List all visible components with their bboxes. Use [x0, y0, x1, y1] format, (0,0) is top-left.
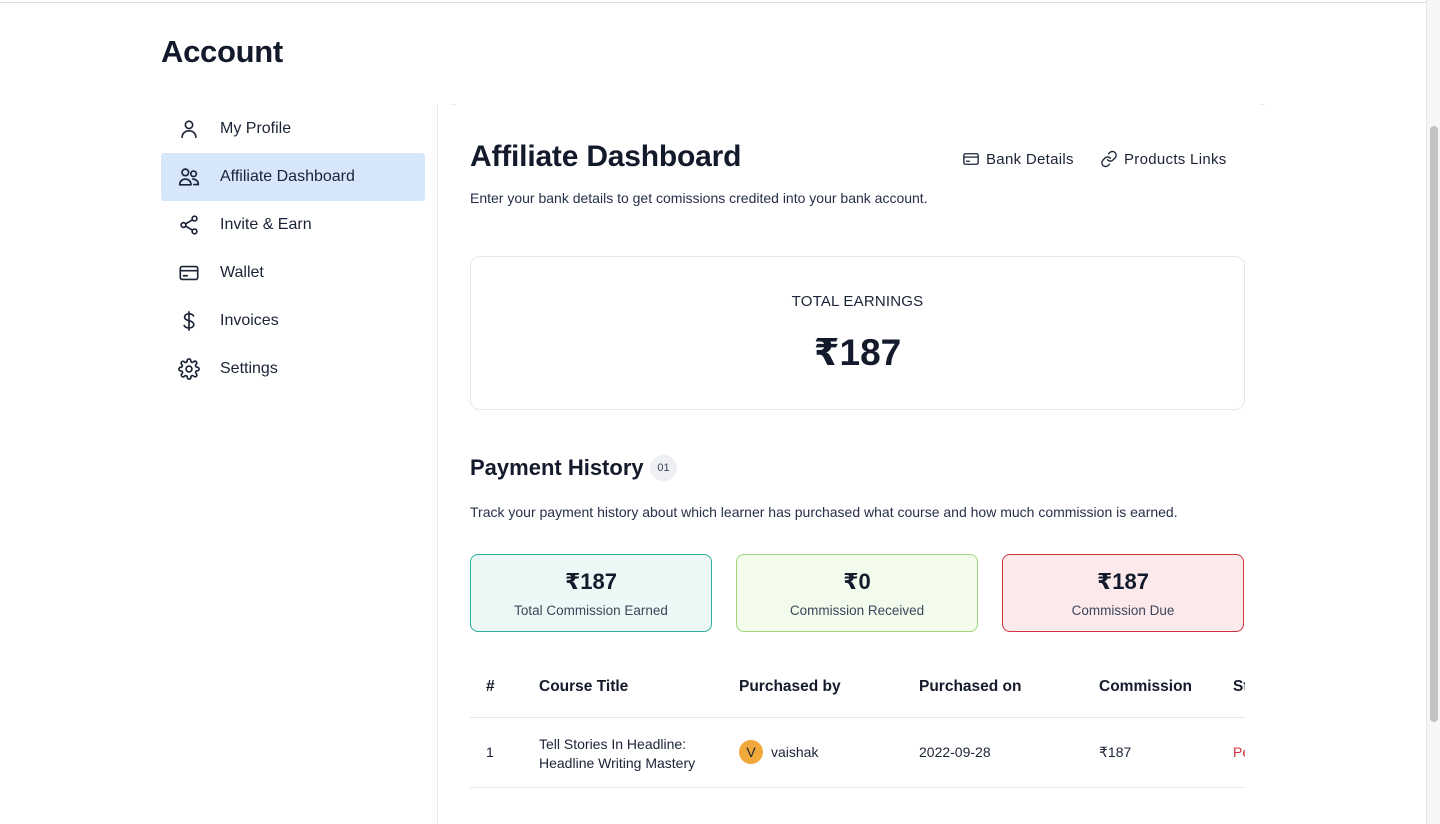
- column-header-course-title: Course Title: [539, 678, 629, 695]
- payment-history-subtitle: Track your payment history about which l…: [470, 504, 1178, 520]
- sidebar-item-label: Settings: [220, 360, 278, 377]
- bank-details-button[interactable]: Bank Details: [962, 150, 1074, 168]
- row-purchased-by: vaishak: [771, 744, 819, 760]
- sidebar-item-label: Affiliate Dashboard: [220, 168, 355, 185]
- dollar-icon: [177, 309, 201, 333]
- commission-received-card: ₹0 Commission Received: [736, 554, 978, 632]
- avatar: V: [739, 740, 763, 764]
- sidebar-item-invite-earn[interactable]: Invite & Earn: [161, 201, 425, 249]
- sidebar-item-invoices[interactable]: Invoices: [161, 297, 425, 345]
- stat-value: ₹0: [843, 569, 871, 594]
- sidebar-item-my-profile[interactable]: My Profile: [161, 105, 425, 153]
- header-divider: [470, 717, 1245, 718]
- scrollbar-thumb[interactable]: [1430, 126, 1438, 722]
- sidebar-item-label: Wallet: [220, 264, 264, 281]
- panel-corner: [450, 104, 456, 105]
- page-scrollbar[interactable]: [1426, 0, 1440, 824]
- bank-details-label: Bank Details: [986, 150, 1074, 168]
- stat-label: Total Commission Earned: [514, 603, 668, 618]
- products-links-button[interactable]: Products Links: [1100, 150, 1227, 168]
- stat-label: Commission Due: [1071, 603, 1175, 618]
- credit-card-icon: [963, 153, 979, 165]
- sidebar-item-label: My Profile: [220, 120, 292, 137]
- row-index: 1: [486, 744, 494, 760]
- users-icon: [177, 165, 201, 189]
- gear-icon: [177, 357, 201, 381]
- sidebar-item-label: Invite & Earn: [220, 216, 312, 233]
- link-icon: [1101, 150, 1117, 168]
- row-commission: ₹187: [1099, 744, 1132, 760]
- sidebar-item-settings[interactable]: Settings: [161, 345, 425, 393]
- row-course-title: Tell Stories In Headline: Headline Writi…: [539, 736, 696, 771]
- row-purchased-on: 2022-09-28: [919, 744, 991, 760]
- column-header-purchased-by: Purchased by: [739, 678, 841, 695]
- column-header-index: #: [486, 678, 495, 695]
- payment-history-title: Payment History: [470, 455, 644, 480]
- sidebar-item-label: Invoices: [220, 312, 279, 329]
- stat-label: Commission Received: [789, 603, 925, 618]
- stat-value: ₹187: [1096, 569, 1149, 594]
- account-sidebar: My Profile Affiliate Dashboard Invite & …: [161, 105, 425, 393]
- share-icon: [177, 213, 201, 237]
- dashboard-title: Affiliate Dashboard: [470, 140, 742, 173]
- column-header-commission: Commission: [1099, 678, 1193, 695]
- user-icon: [177, 117, 201, 141]
- column-header-purchased-on: Purchased on: [919, 678, 1022, 695]
- commission-due-card: ₹187 Commission Due: [1002, 554, 1244, 632]
- dashboard-subtitle: Enter your bank details to get comission…: [470, 190, 928, 206]
- total-earnings-card: TOTAL EARNINGS ₹187: [470, 256, 1245, 410]
- payment-history-table[interactable]: # Course Title Purchased by Purchased on…: [470, 656, 1245, 796]
- panel-corner: [1259, 104, 1265, 105]
- content-divider: [437, 104, 438, 824]
- stat-value: ₹187: [564, 569, 617, 594]
- payment-count-badge: 01: [650, 455, 677, 481]
- top-border: [0, 2, 1426, 3]
- total-commission-earned-card: ₹187 Total Commission Earned: [470, 554, 712, 632]
- page-title: Account: [161, 34, 283, 69]
- sidebar-item-affiliate-dashboard[interactable]: Affiliate Dashboard: [161, 153, 425, 201]
- row-divider: [470, 787, 1245, 788]
- total-earnings-value: ₹187: [813, 332, 902, 373]
- credit-card-icon: [177, 261, 201, 285]
- products-links-label: Products Links: [1124, 150, 1227, 168]
- sidebar-item-wallet[interactable]: Wallet: [161, 249, 425, 297]
- row-status: Pe: [1233, 744, 1245, 760]
- column-header-status: St: [1233, 678, 1245, 695]
- total-earnings-label: TOTAL EARNINGS: [791, 293, 924, 310]
